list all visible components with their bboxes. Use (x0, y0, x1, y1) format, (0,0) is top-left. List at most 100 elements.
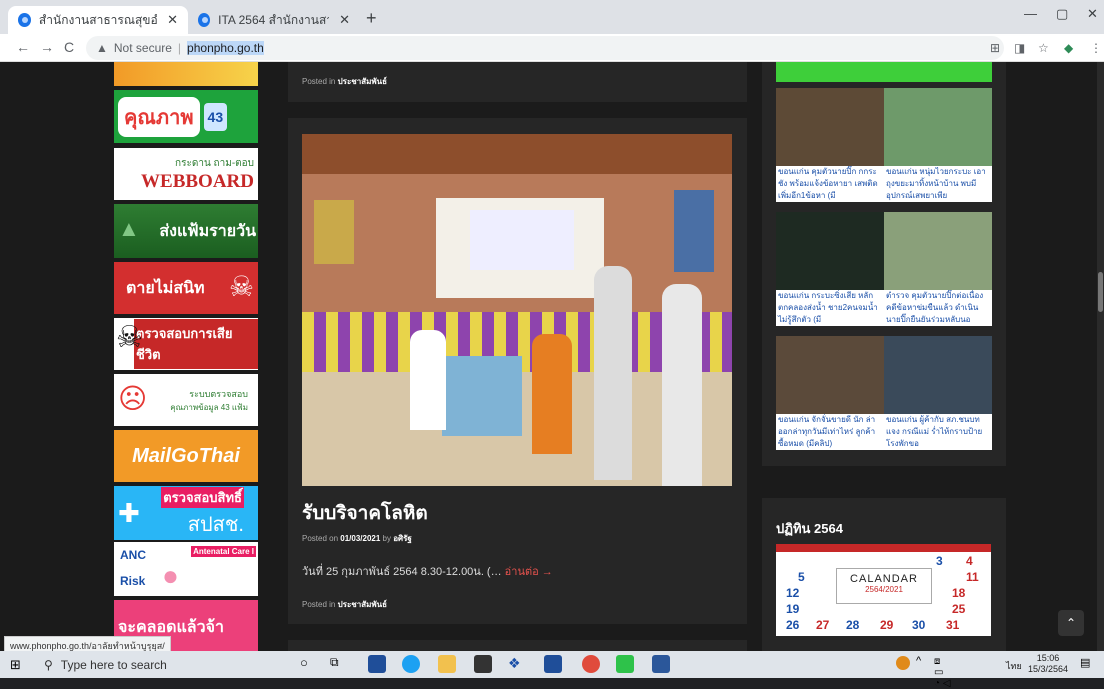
tab-ita[interactable]: ITA 2564 สำนักงานสาธารณสุขอำเภ ✕ (188, 6, 360, 34)
edge-icon[interactable] (402, 655, 420, 673)
banner-not-dead[interactable]: ตายไม่สนิท ☠ (114, 262, 258, 314)
banner-quality-label: คุณภาพ (118, 96, 200, 137)
taskbar-search[interactable]: ⚲ Type here to search (44, 654, 290, 675)
green-banner[interactable] (776, 62, 992, 82)
tray-chevron-icon[interactable]: ^ (916, 655, 934, 673)
person (594, 266, 632, 480)
news-item[interactable]: ขอนแก่น จักจั่นขายดี นัก ล่าออกล่าทุกวัน… (776, 336, 884, 450)
calendar-day-number: 27 (816, 618, 830, 632)
read-more-link[interactable]: อ่านต่อ → (505, 566, 553, 578)
keyboard-language[interactable]: ไทย (1006, 659, 1022, 673)
portrait-right (674, 190, 714, 272)
menu-icon[interactable]: ⋮ (1090, 41, 1102, 55)
news-item[interactable]: ตำรวจ คุมตัวนายปิ๊กต่อเนื่อง คดีข้อหาข่ม… (884, 212, 992, 326)
skull-icon: ☠ (228, 271, 254, 302)
extension-icon[interactable]: ◆ (1064, 41, 1073, 55)
tray-icons[interactable]: ⧈ ▭ ◔ ◁ (934, 656, 952, 689)
back-button[interactable]: ← (16, 39, 30, 55)
tray-app-icon[interactable] (896, 656, 910, 670)
banner-data-quality[interactable]: ☹ ระบบตรวจสอบ คุณภาพข้อมูล 43 แฟ้ม (114, 374, 258, 426)
calendar-day-number: 11 (966, 570, 979, 584)
page-scrollbar[interactable] (1097, 62, 1104, 651)
taskbar-clock[interactable]: 15:06 15/3/2564 (1028, 653, 1068, 675)
post-meta: Posted on 01/03/2021 by อศิรัฐ (302, 534, 412, 543)
banner-quality-badge: 43 (203, 102, 228, 131)
translate-icon[interactable]: ◨ (1014, 41, 1025, 55)
post-category: Posted in ประชาสัมพันธ์ (302, 600, 387, 609)
cortana-icon[interactable]: ○ (300, 655, 318, 673)
calendar-day-number: 26 (786, 618, 800, 632)
calendar-day-number: 5 (798, 570, 805, 584)
notification-icon[interactable]: ▤ (1080, 656, 1094, 670)
warning-icon: ▲ (96, 41, 108, 55)
site-favicon-icon (198, 13, 211, 27)
banner-nhso[interactable]: ✚ ตรวจสอบสิทธิ์ สปสช. (114, 486, 258, 540)
new-tab-button[interactable]: + (366, 8, 377, 29)
close-window-button[interactable]: ✕ (1087, 6, 1098, 22)
calendar-day-number: 29 (880, 618, 894, 632)
close-tab-icon[interactable]: ✕ (339, 12, 350, 28)
category-link[interactable]: ประชาสัมพันธ์ (338, 600, 387, 609)
post-date[interactable]: 01/03/2021 (340, 534, 380, 543)
calendar-image-subtitle: 2564/2021 (865, 585, 903, 594)
file-explorer-icon[interactable] (438, 655, 456, 673)
news-item[interactable]: ขอนแก่น คุมตัวนายปิ๊ก กกระชัง พร้อมแจ้งข… (776, 88, 884, 202)
banner-daily-files[interactable]: ▲ ส่งแฟ้มรายวัน (114, 204, 258, 258)
chrome-icon[interactable] (582, 655, 600, 673)
calendar-day-number: 30 (912, 618, 926, 632)
clock-time: 15:06 (1036, 653, 1060, 663)
tab-phonpho[interactable]: สำนักงานสาธารณสุขอำเภอพล | Phonph ✕ (8, 6, 188, 34)
calendar-day-number: 12 (786, 586, 800, 600)
calendar-day-number: 3 (936, 554, 943, 568)
link-status-bar: www.phonpho.go.th/อาลัยทำหน้าบูรุยุส/ (4, 636, 171, 651)
nhso-logo-icon: ✚ (118, 498, 140, 528)
banner-anc[interactable]: ANC Antenatal Care I Risk ● (114, 542, 258, 596)
banner-webboard[interactable]: กระดาน ถาม-ตอบ WEBBOARD (114, 148, 258, 200)
forward-button[interactable]: → (40, 39, 54, 55)
portrait-left (314, 200, 354, 264)
post-title[interactable]: รับบริจาคโลหิต (302, 498, 428, 528)
browser-toolbar: ← → C ▲ Not secure | phonpho.go.th ⊞ ◨ ☆… (0, 34, 1104, 62)
search-icon: ⚲ (44, 657, 53, 672)
tab-title: สำนักงานสาธารณสุขอำเภอพล | Phonph (38, 12, 157, 27)
calendar-image[interactable]: CALANDAR 2564/2021 3 4 5 11 12 18 19 25 26 27 28 29… (776, 544, 991, 636)
worried-face-icon: ☹ (118, 383, 148, 414)
maximize-button[interactable]: ▢ (1056, 6, 1068, 22)
calendar-day-number: 18 (952, 586, 966, 600)
task-view-icon[interactable]: ⧉ (330, 655, 348, 673)
dropbox-icon[interactable]: ❖ (508, 655, 526, 673)
banner-mailgothai[interactable]: MailGoThai (114, 430, 258, 482)
mail-icon[interactable] (544, 655, 562, 673)
calendar-day-number: 19 (786, 602, 800, 616)
line-icon[interactable] (616, 655, 634, 673)
word-icon[interactable] (652, 655, 670, 673)
skull-icon: ☠ (116, 321, 143, 354)
prev-post-category: Posted in ประชาสัมพันธ์ (302, 77, 387, 86)
post-author[interactable]: อศิรัฐ (393, 534, 412, 543)
prev-category-link[interactable]: ประชาสัมพันธ์ (338, 77, 387, 86)
bookmark-star-icon[interactable]: ☆ (1038, 41, 1049, 55)
reload-button[interactable]: C (64, 39, 74, 55)
address-separator: | (177, 41, 182, 55)
windows-start-icon[interactable]: ⊞ (10, 657, 21, 673)
minimize-button[interactable]: — (1024, 6, 1037, 21)
url-text[interactable]: phonpho.go.th (187, 41, 264, 55)
chart-up-icon: ▲ (118, 216, 140, 241)
app-icon[interactable] (368, 655, 386, 673)
store-icon[interactable] (474, 655, 492, 673)
scrollbar-thumb[interactable] (1098, 272, 1103, 312)
webboard-sub: กระดาน ถาม-ตอบ (175, 157, 254, 169)
scroll-to-top-button[interactable]: ⌃ (1058, 610, 1084, 636)
post-featured-image[interactable] (302, 134, 732, 486)
banner-quality[interactable]: คุณภาพ 43 (114, 90, 258, 143)
next-post-card (288, 640, 747, 651)
news-item[interactable]: ขอนแก่น กระบะซิ่งเสีย หลักตกคลองส่งน้ำ ช… (776, 212, 884, 326)
close-tab-icon[interactable]: ✕ (167, 12, 178, 28)
pregnant-icon: ● (162, 560, 179, 591)
news-item[interactable]: ขอนแก่น หนุ่มไวยกระบะ เอาถุงขยะมาทิ้งหน้… (884, 88, 992, 202)
qr-icon[interactable]: ⊞ (990, 41, 1000, 55)
news-item[interactable]: ขอนแก่น ผู้ค้ากับ สภ.ชนบทแจง กรณีแม่ ร่ำ… (884, 336, 992, 450)
banner-death-check[interactable]: ☠ ตรวจสอบการเสียชีวิต (114, 318, 258, 370)
address-bar[interactable]: ▲ Not secure | phonpho.go.th (86, 36, 1004, 60)
banner-top[interactable] (114, 62, 258, 86)
